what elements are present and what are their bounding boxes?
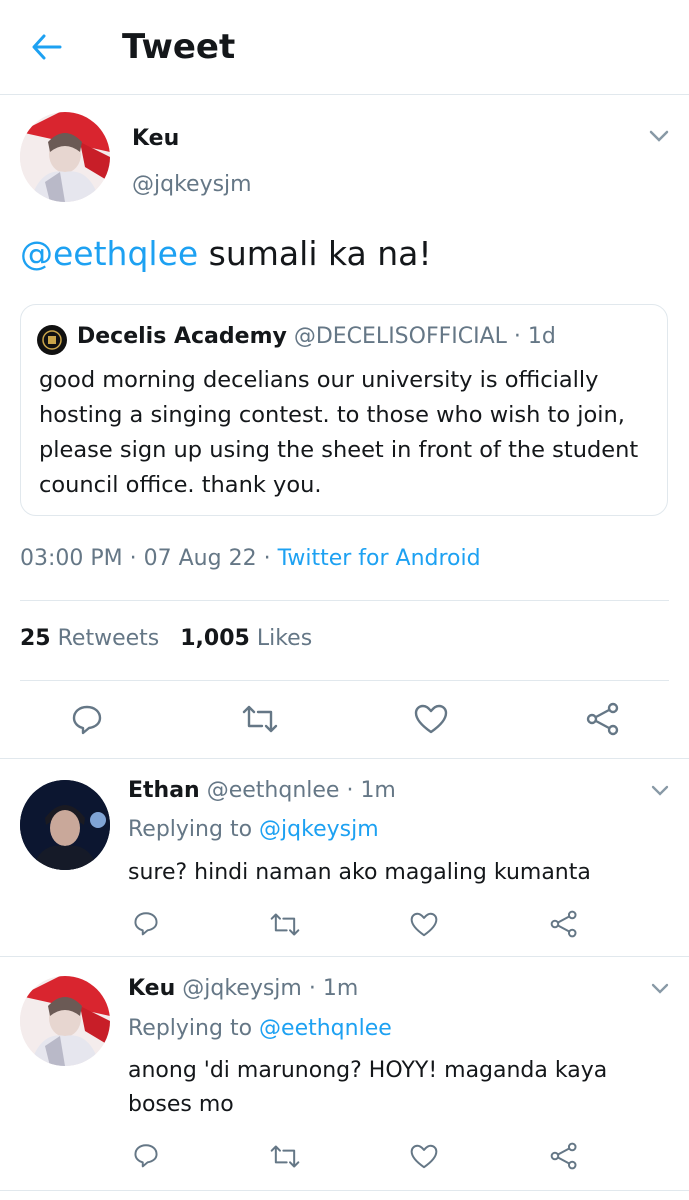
author-name[interactable]: Keu: [132, 126, 179, 151]
like-icon[interactable]: [410, 1144, 438, 1169]
quoted-text: good morning decelians our university is…: [39, 367, 639, 498]
tweet-mention[interactable]: @eethqlee: [20, 234, 198, 273]
like-icon[interactable]: [410, 912, 438, 937]
tweet-meta: 03:00 PM · 07 Aug 22 · Twitter for Andro…: [20, 546, 481, 571]
tweet-body: sumali ka na!: [198, 234, 432, 273]
tweet-source[interactable]: Twitter for Android: [278, 546, 481, 571]
likes-stat[interactable]: 1,005 Likes: [180, 626, 312, 651]
author-handle[interactable]: @jqkeysjm: [132, 172, 252, 197]
retweets-stat[interactable]: 25 Retweets: [20, 626, 159, 651]
retweets-label: Retweets: [57, 626, 160, 651]
quoted-account-name: Decelis Academy: [77, 324, 287, 349]
tweet-stats: 25 Retweets 1,005 Likes: [20, 626, 312, 651]
likes-label: Likes: [256, 626, 313, 651]
retweet-icon[interactable]: [242, 704, 278, 734]
replying-to-line: Replying to @eethqnlee: [128, 1016, 392, 1041]
quoted-tweet-card[interactable]: Decelis Academy @DECELISOFFICIAL · 1d go…: [20, 304, 668, 516]
reply-divider: [0, 1190, 689, 1191]
page-title: Tweet: [122, 27, 236, 67]
reply-icon[interactable]: [133, 910, 159, 936]
quoted-avatar: [37, 325, 67, 355]
reply-time: · 1m: [346, 778, 396, 803]
author-avatar[interactable]: [20, 112, 110, 202]
replying-to-handle[interactable]: @eethqnlee: [259, 1016, 392, 1041]
chevron-down-icon[interactable]: [648, 128, 670, 144]
reply-text: sure? hindi naman ako magaling kumanta: [128, 860, 591, 885]
chevron-down-icon[interactable]: [650, 982, 670, 996]
reply-header: Keu @jqkeysjm · 1m: [128, 976, 358, 1001]
stats-divider: [20, 680, 669, 681]
reply-author-name[interactable]: Keu: [128, 976, 175, 1001]
quoted-handle: @DECELISOFFICIAL: [293, 324, 507, 349]
tweet-time: 03:00 PM: [20, 546, 123, 571]
reply-avatar[interactable]: [20, 976, 110, 1066]
reply-avatar[interactable]: [20, 780, 110, 870]
replying-to-handle[interactable]: @jqkeysjm: [259, 817, 379, 842]
main-divider: [0, 758, 689, 759]
header-divider: [0, 94, 689, 95]
reply-header: Ethan @eethqnlee · 1m: [128, 778, 396, 803]
reply-author-handle[interactable]: @eethqnlee: [207, 778, 340, 803]
tweet-text: @eethqlee sumali ka na!: [20, 234, 432, 273]
likes-count: 1,005: [180, 626, 250, 651]
reply-divider: [0, 956, 689, 957]
share-icon[interactable]: [550, 910, 578, 938]
retweet-icon[interactable]: [270, 912, 300, 937]
tweet-date: · 07 Aug 22 ·: [129, 546, 271, 571]
share-icon[interactable]: [586, 702, 620, 736]
retweet-icon[interactable]: [270, 1144, 300, 1169]
replying-label: Replying to: [128, 1016, 253, 1041]
reply-icon[interactable]: [71, 703, 103, 735]
meta-divider: [20, 600, 669, 601]
reply-icon[interactable]: [133, 1142, 159, 1168]
reply-time: · 1m: [308, 976, 359, 1001]
replying-label: Replying to: [128, 817, 253, 842]
retweets-count: 25: [20, 626, 51, 651]
reply-author-handle[interactable]: @jqkeysjm: [182, 976, 302, 1001]
share-icon[interactable]: [550, 1142, 578, 1170]
reply-author-name[interactable]: Ethan: [128, 778, 200, 803]
chevron-down-icon[interactable]: [650, 784, 670, 798]
quoted-header: Decelis Academy @DECELISOFFICIAL · 1d: [77, 324, 556, 349]
replying-to-line: Replying to @jqkeysjm: [128, 817, 379, 842]
reply-text: anong 'di marunong? HOYY! maganda kaya b…: [128, 1058, 608, 1117]
like-icon[interactable]: [414, 704, 448, 734]
back-arrow-icon[interactable]: [30, 32, 62, 62]
quoted-time: · 1d: [513, 324, 556, 349]
